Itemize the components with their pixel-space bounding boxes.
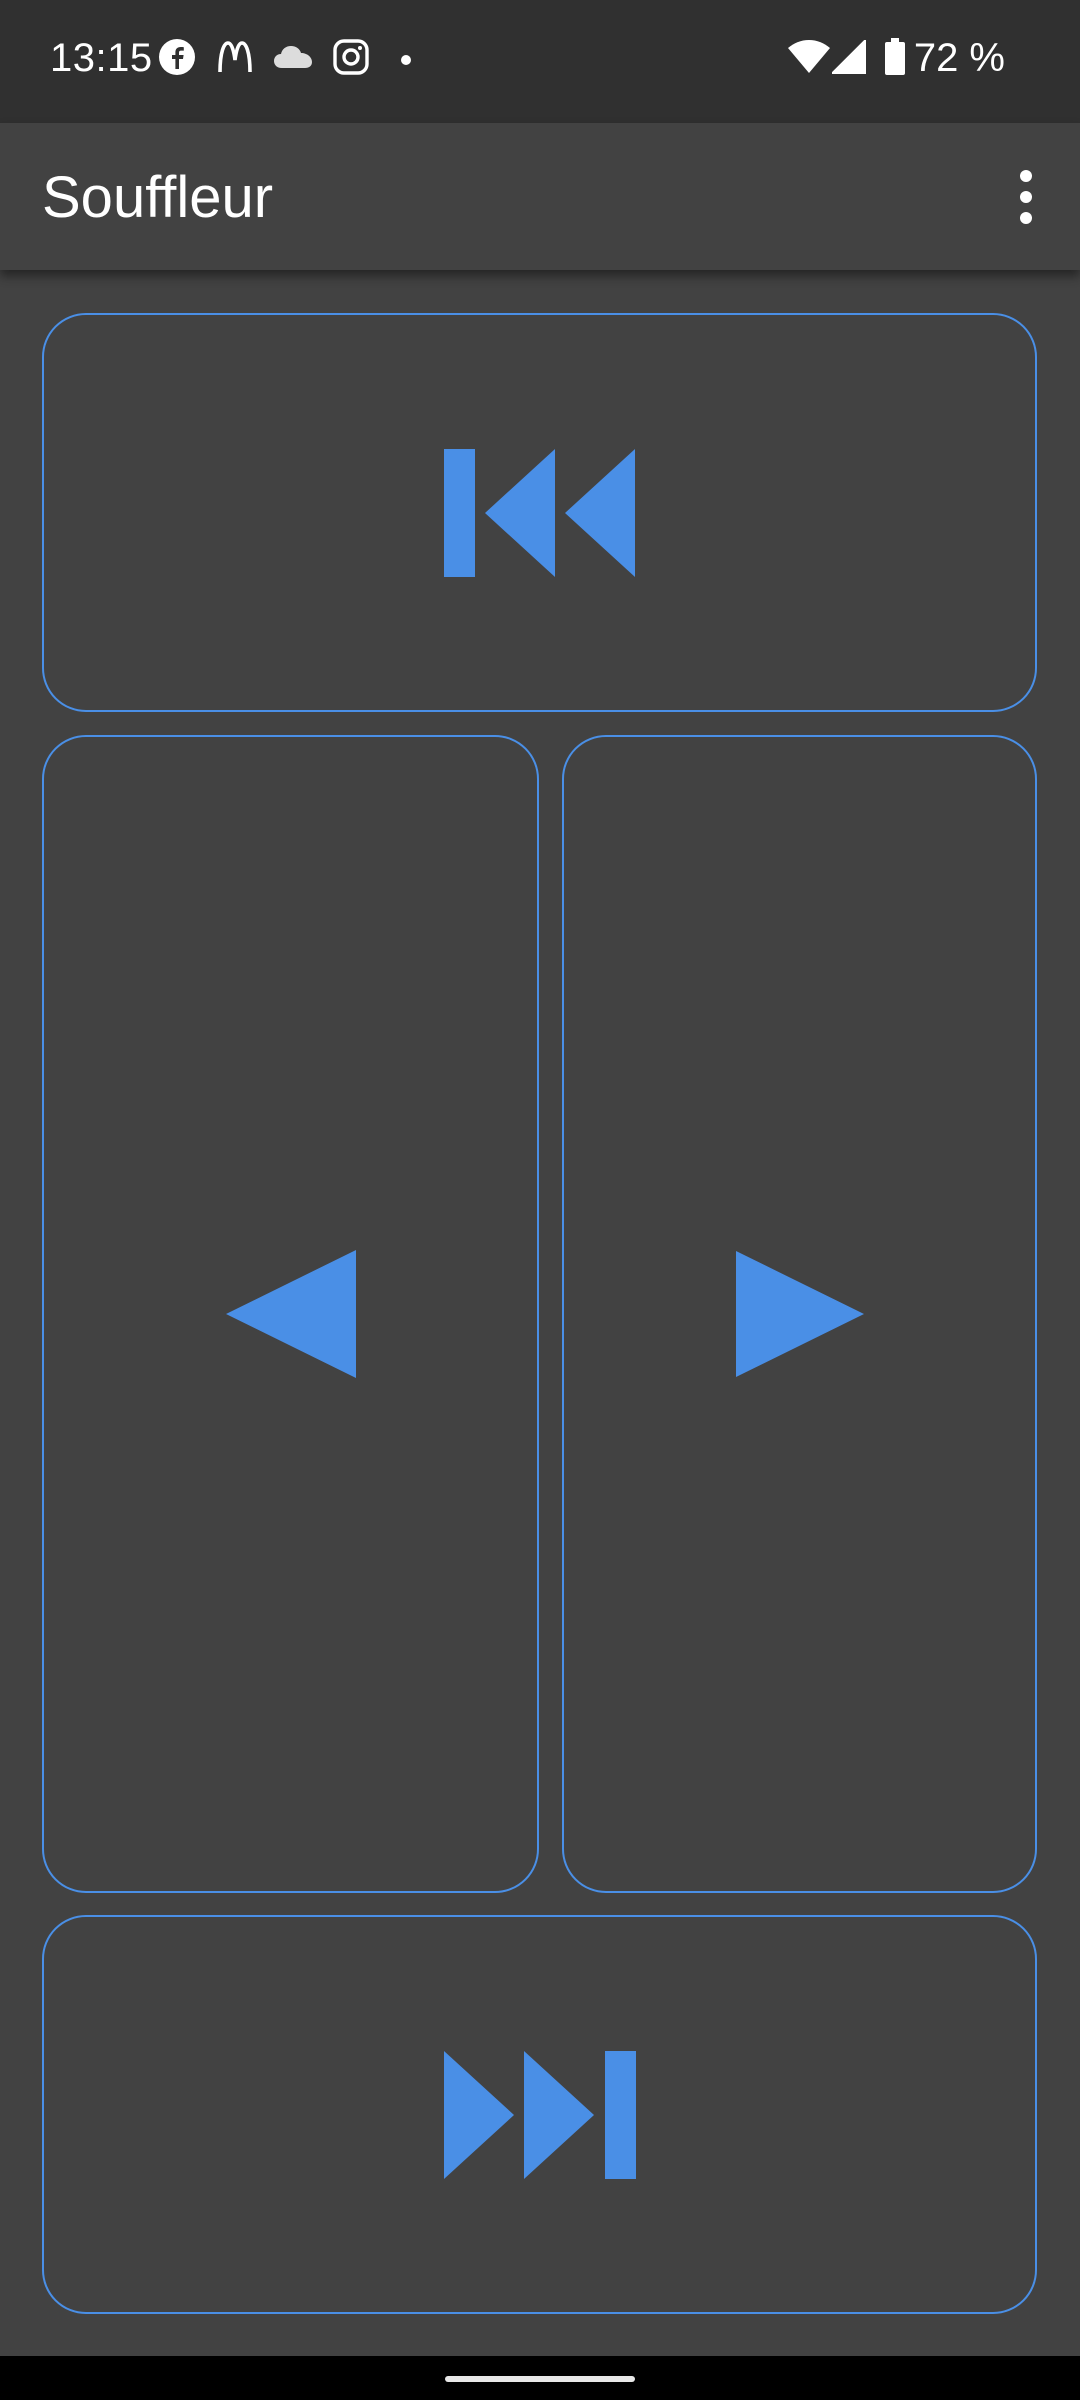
skip-to-last-icon	[443, 2050, 636, 2179]
app-bar: Souffleur	[0, 123, 1080, 270]
battery-icon	[884, 38, 906, 81]
overflow-menu-button[interactable]	[998, 159, 1054, 235]
more-vert-icon	[1020, 170, 1032, 224]
wifi-icon	[788, 40, 830, 79]
app-title: Souffleur	[42, 165, 274, 230]
status-bar: 13:15 72 %	[0, 0, 1080, 123]
facebook-icon	[158, 38, 196, 81]
cloud-icon	[272, 38, 314, 81]
status-time: 13:15	[50, 36, 153, 80]
next-icon	[735, 1251, 864, 1377]
dot-icon	[400, 53, 412, 71]
skip-to-first-icon	[443, 448, 635, 577]
signal-icon	[829, 37, 867, 79]
last-slide-button[interactable]	[42, 1915, 1037, 2314]
home-gesture-handle[interactable]	[445, 2376, 635, 2382]
first-slide-button[interactable]	[42, 313, 1037, 712]
navigation-bar	[0, 2356, 1080, 2400]
previous-icon	[225, 1250, 356, 1378]
remote-control-panel	[0, 270, 1080, 2356]
screen: 13:15 72 % Souffleur	[0, 0, 1080, 2400]
previous-slide-button[interactable]	[42, 735, 539, 1893]
next-slide-button[interactable]	[562, 735, 1037, 1893]
battery-percentage: 72 %	[913, 36, 1005, 80]
instagram-icon	[332, 38, 370, 81]
mcdonalds-icon	[216, 38, 254, 81]
